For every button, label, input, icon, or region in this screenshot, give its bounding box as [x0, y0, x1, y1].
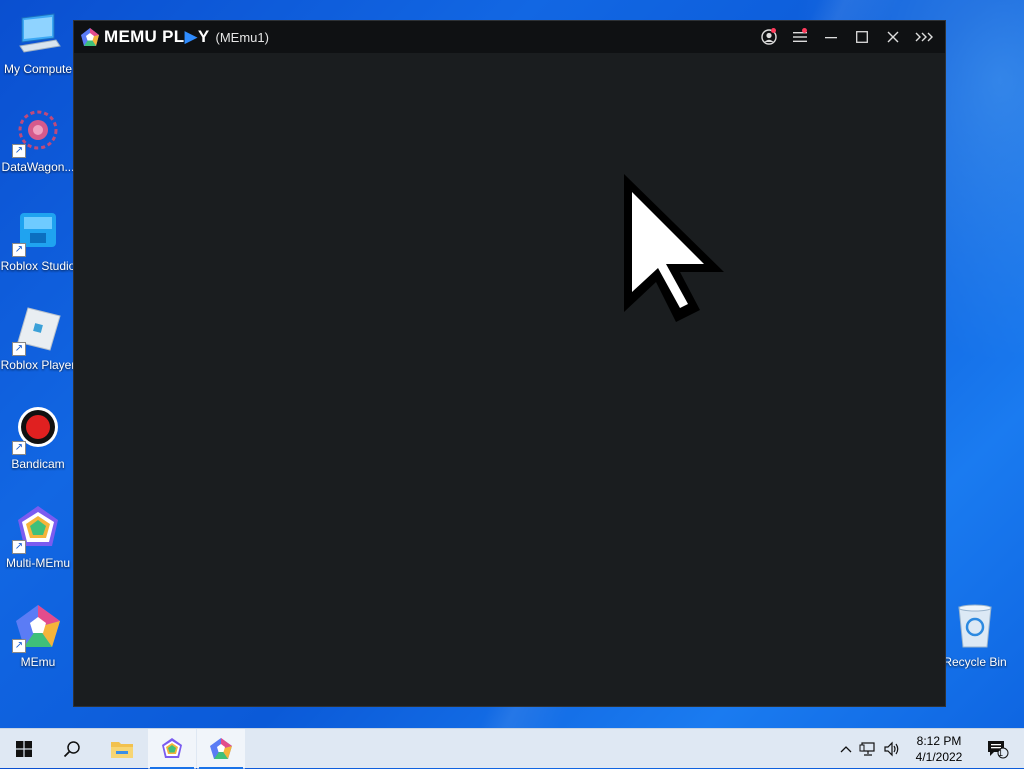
desktop-icon-label: Roblox Studio — [0, 259, 76, 273]
computer-icon — [14, 10, 62, 58]
desktop-icon-label: Roblox Player — [0, 358, 76, 372]
network-button[interactable] — [856, 741, 880, 757]
instance-name: (MEmu1) — [215, 29, 269, 45]
titlebar-controls — [753, 21, 939, 53]
action-center-button[interactable]: 1 — [984, 729, 1012, 769]
notification-dot — [802, 28, 807, 33]
memu-logo: MEMU PL▶Y — [80, 27, 210, 47]
start-button[interactable] — [0, 729, 48, 769]
minimize-icon — [824, 37, 837, 39]
recycle-bin-icon — [951, 603, 999, 651]
shortcut-arrow-icon: ↗ — [12, 243, 26, 257]
taskbar-memu[interactable] — [197, 729, 245, 769]
roblox-studio-icon: ↗ — [12, 207, 62, 257]
desktop-icon-label: DataWagon... — [1, 160, 75, 174]
desktop-icon-my-computer[interactable]: My Compute — [0, 10, 76, 76]
memu-logo-icon — [81, 28, 99, 46]
multi-memu-icon — [162, 738, 182, 758]
file-explorer-icon — [111, 742, 133, 758]
desktop-icon-roblox-player[interactable]: ↗ Roblox Player — [0, 306, 76, 372]
memu-window: MEMU PL▶Y (MEmu1) — [73, 20, 946, 707]
shortcut-arrow-icon: ↗ — [12, 342, 26, 356]
taskbar-multi-memu[interactable] — [148, 729, 196, 769]
desktop-icon-roblox-studio[interactable]: ↗ Roblox Studio — [0, 207, 76, 273]
roblox-player-icon: ↗ — [12, 306, 62, 356]
desktop-icon-multi-memu[interactable]: ↗ Multi-MEmu — [0, 504, 76, 570]
clock-time: 8:12 PM — [916, 734, 962, 748]
datawagon-icon: ↗ — [12, 108, 62, 158]
clock-date: 4/1/2022 — [915, 750, 963, 764]
triple-chevron-right-icon — [915, 32, 933, 42]
brand-text: MEMU PL▶Y — [104, 27, 210, 46]
show-hidden-icons-button[interactable] — [836, 745, 856, 753]
clock[interactable]: 8:12 PM 4/1/2022 — [904, 729, 974, 769]
maximize-button[interactable] — [846, 21, 877, 53]
titlebar[interactable]: MEMU PL▶Y (MEmu1) — [74, 21, 945, 53]
bandicam-icon: ↗ — [12, 405, 62, 455]
search-button[interactable] — [48, 729, 96, 769]
desktop-icon-recycle-bin[interactable]: Recycle Bin — [937, 603, 1013, 669]
minimize-button[interactable] — [815, 21, 846, 53]
desktop-icon-memu[interactable]: ↗ MEmu — [0, 603, 76, 669]
close-icon — [887, 31, 898, 43]
close-button[interactable] — [877, 21, 908, 53]
shortcut-arrow-icon: ↗ — [12, 540, 26, 554]
desktop-icon-label: MEmu — [20, 655, 56, 669]
maximize-icon — [855, 31, 868, 43]
taskbar: 8:12 PM 4/1/2022 1 — [0, 728, 1024, 769]
desktop-icon-label: My Compute — [3, 62, 73, 76]
multi-memu-icon: ↗ — [12, 504, 62, 554]
volume-button[interactable] — [880, 741, 904, 757]
emulator-screen[interactable] — [74, 53, 945, 706]
chevron-up-icon — [840, 746, 852, 753]
system-tray — [836, 729, 904, 769]
notification-dot — [771, 28, 776, 33]
desktop-icon-bandicam[interactable]: ↗ Bandicam — [0, 405, 76, 471]
account-button[interactable] — [753, 21, 784, 53]
search-icon — [63, 741, 80, 758]
shortcut-arrow-icon: ↗ — [12, 441, 26, 455]
shortcut-arrow-icon: ↗ — [12, 639, 26, 653]
file-explorer-button[interactable] — [98, 729, 146, 769]
desktop-icon-label: Recycle Bin — [943, 655, 1007, 669]
desktop-icon-label: Bandicam — [11, 457, 65, 471]
mouse-cursor-icon — [624, 174, 724, 322]
memu-icon — [210, 738, 232, 759]
menu-button[interactable] — [784, 21, 815, 53]
windows-start-icon — [16, 741, 32, 757]
desktop-icon-datawagon[interactable]: ↗ DataWagon... — [0, 108, 76, 174]
speaker-icon — [884, 741, 899, 757]
memu-icon: ↗ — [12, 603, 62, 653]
desktop-icon-label: Multi-MEmu — [5, 556, 70, 570]
notification-count: 1 — [998, 748, 1004, 758]
shortcut-arrow-icon: ↗ — [12, 144, 26, 158]
network-icon — [859, 742, 875, 756]
sidebar-toggle-button[interactable] — [908, 21, 939, 53]
